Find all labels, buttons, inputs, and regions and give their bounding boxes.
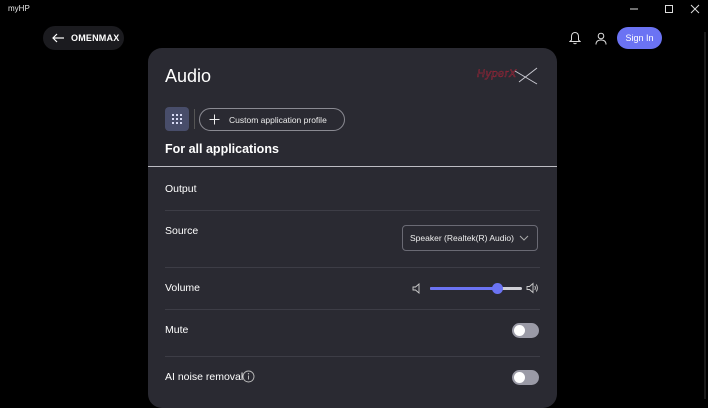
speaker-low-icon <box>412 283 420 294</box>
toolbar-divider <box>194 109 195 129</box>
scrollbar[interactable] <box>704 32 706 399</box>
sign-in-button[interactable]: Sign In <box>617 27 662 49</box>
speaker-high-icon <box>526 282 538 294</box>
maximize-icon <box>665 5 673 13</box>
row-divider <box>165 267 540 268</box>
bell-icon <box>569 31 581 45</box>
row-divider <box>165 210 540 211</box>
volume-slider[interactable] <box>430 283 522 294</box>
close-button[interactable] <box>680 0 708 18</box>
custom-profile-label: Custom application profile <box>229 114 327 125</box>
row-divider <box>165 356 540 357</box>
noise-removal-toggle-knob <box>514 372 525 383</box>
account-button[interactable] <box>590 27 612 49</box>
minimize-icon <box>630 8 638 10</box>
source-label: Source <box>165 225 199 237</box>
plus-icon <box>209 114 220 125</box>
title-bar: myHP <box>0 0 708 18</box>
page-title: Audio <box>165 66 212 86</box>
source-select[interactable]: Speaker (Realtek(R) Audio) <box>402 225 538 251</box>
mute-label: Mute <box>165 324 189 336</box>
user-icon <box>595 32 607 45</box>
back-button[interactable]: OMENMAX <box>43 26 124 50</box>
close-icon <box>690 4 700 14</box>
notifications-button[interactable] <box>564 27 586 49</box>
hyperx-logo: HyperX <box>477 67 538 85</box>
mute-toggle[interactable] <box>512 323 539 338</box>
minimize-button[interactable] <box>619 0 649 18</box>
row-divider <box>165 309 540 310</box>
svg-text:HyperX: HyperX <box>477 68 517 80</box>
mute-toggle-knob <box>514 325 525 336</box>
device-name: OMENMAX <box>71 33 120 43</box>
noise-removal-toggle[interactable] <box>512 370 539 385</box>
volume-slider-thumb[interactable] <box>492 283 504 294</box>
output-heading: Output <box>165 183 197 195</box>
scope-heading: For all applications <box>165 142 279 156</box>
audio-card: Audio HyperX Custom application profile … <box>148 48 557 408</box>
source-selected-value: Speaker (Realtek(R) Audio) <box>410 233 514 243</box>
arrow-left-icon <box>52 33 64 43</box>
volume-slider-fill <box>430 287 498 290</box>
info-icon[interactable] <box>242 370 255 383</box>
noise-removal-label: AI noise removal <box>165 371 244 383</box>
custom-profile-button[interactable]: Custom application profile <box>199 108 345 131</box>
chevron-down-icon <box>519 235 529 241</box>
section-divider <box>148 166 557 167</box>
app-title: myHP <box>8 4 30 13</box>
app-grid-button[interactable] <box>165 107 189 131</box>
grid-icon <box>172 114 182 124</box>
volume-label: Volume <box>165 282 201 294</box>
